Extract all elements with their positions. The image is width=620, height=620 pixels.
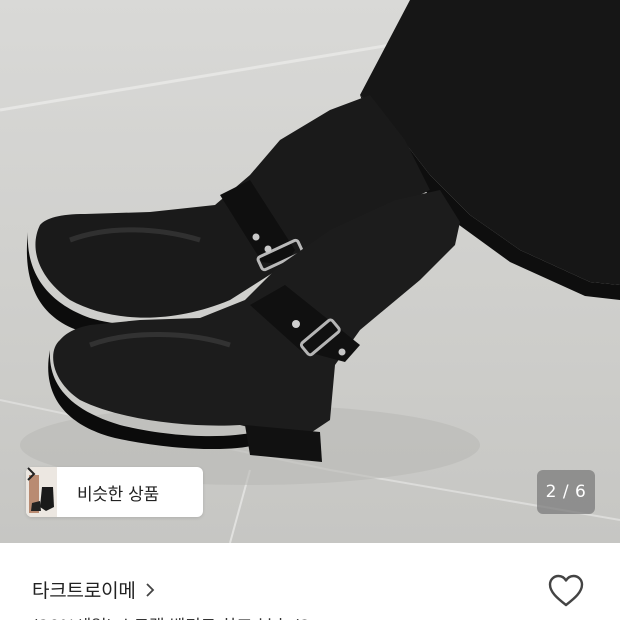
product-image[interactable]: 비슷한 상품 2 / 6 <box>0 0 620 543</box>
chevron-right-icon <box>145 582 157 597</box>
image-pager-indicator: 2 / 6 <box>537 470 595 514</box>
brand-name: 타크트로이메 <box>32 580 136 602</box>
product-info-panel: 타크트로이메 (20%세일) 스트랩 벨티드 하프 부츠 (2 <box>0 543 620 620</box>
wishlist-heart-icon[interactable] <box>547 573 585 609</box>
product-title: (20%세일) 스트랩 벨티드 하프 부츠 (2 <box>32 612 311 620</box>
brand-link[interactable]: 타크트로이메 <box>32 576 157 603</box>
similar-products-button[interactable]: 비슷한 상품 <box>26 467 203 517</box>
chevron-right-icon <box>27 467 182 499</box>
boots-photo <box>0 0 620 543</box>
similar-products-label: 비슷한 상품 <box>77 484 159 505</box>
